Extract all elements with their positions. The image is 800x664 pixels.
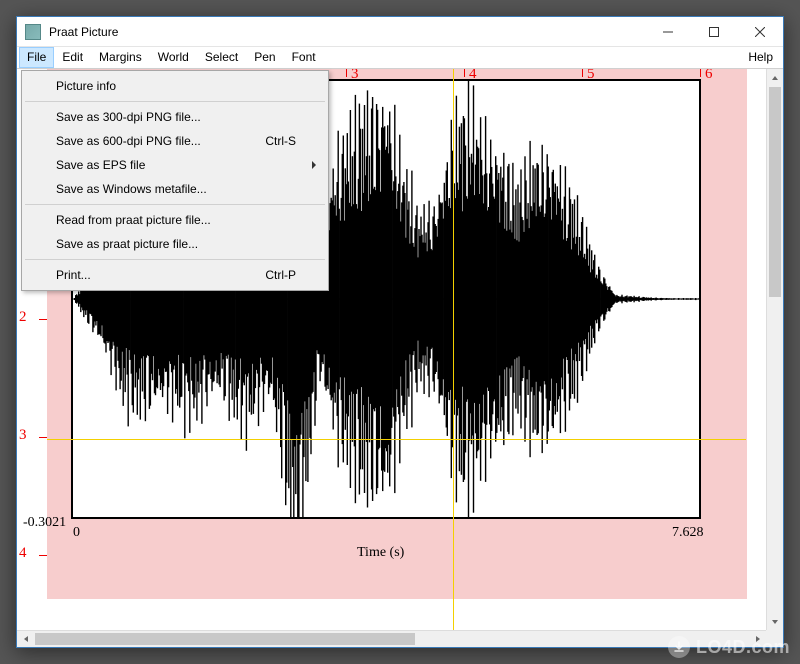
menu-item-shortcut: Ctrl-P xyxy=(265,268,296,282)
ruler-tick-left xyxy=(39,437,47,438)
scrollbar-thumb[interactable] xyxy=(35,633,415,645)
menu-item-shortcut: Ctrl-S xyxy=(265,134,296,148)
app-icon xyxy=(25,24,41,40)
y-axis-min-label: -0.3021 xyxy=(23,515,66,531)
ruler-left-2: 2 xyxy=(19,309,27,326)
menu-item-label: Save as Windows metafile... xyxy=(56,182,207,196)
menu-world[interactable]: World xyxy=(150,47,197,68)
scrollbar-thumb[interactable] xyxy=(769,87,781,297)
ruler-tick-left xyxy=(39,555,47,556)
menu-pen[interactable]: Pen xyxy=(246,47,283,68)
x-axis-end-label: 7.628 xyxy=(672,525,704,541)
menu-font[interactable]: Font xyxy=(284,47,324,68)
file-menu-dropdown: Picture info Save as 300-dpi PNG file...… xyxy=(21,70,329,291)
menubar: File Edit Margins World Select Pen Font … xyxy=(17,47,783,69)
menu-help[interactable]: Help xyxy=(740,47,781,68)
menu-item-save-praat[interactable]: Save as praat picture file... xyxy=(24,232,326,256)
window-title: Praat Picture xyxy=(49,25,118,39)
window-controls xyxy=(645,17,783,46)
menu-item-label: Save as 300-dpi PNG file... xyxy=(56,110,201,124)
scroll-left-arrow-icon[interactable] xyxy=(17,631,34,647)
horizontal-scrollbar[interactable] xyxy=(17,630,766,647)
menu-margins[interactable]: Margins xyxy=(91,47,150,68)
ruler-top-6: 6 xyxy=(705,69,713,83)
menu-separator xyxy=(25,101,325,102)
close-button[interactable] xyxy=(737,17,783,46)
menu-item-save-300-png[interactable]: Save as 300-dpi PNG file... xyxy=(24,105,326,129)
download-icon xyxy=(668,636,690,658)
menu-item-save-600-png[interactable]: Save as 600-dpi PNG file... Ctrl-S xyxy=(24,129,326,153)
minimize-button[interactable] xyxy=(645,17,691,46)
ruler-tick-top xyxy=(464,69,465,77)
menu-item-picture-info[interactable]: Picture info xyxy=(24,74,326,98)
scroll-down-arrow-icon[interactable] xyxy=(767,613,783,630)
watermark: LO4D.com xyxy=(668,636,790,658)
menu-item-label: Save as 600-dpi PNG file... xyxy=(56,134,201,148)
x-axis-start-label: 0 xyxy=(73,525,80,541)
menu-file[interactable]: File xyxy=(19,47,54,68)
menu-item-save-wmf[interactable]: Save as Windows metafile... xyxy=(24,177,326,201)
ruler-tick-top xyxy=(700,69,701,77)
maximize-button[interactable] xyxy=(691,17,737,46)
watermark-text: LO4D.com xyxy=(696,637,790,658)
menu-item-label: Save as EPS file xyxy=(56,158,145,172)
crosshair-vertical xyxy=(453,69,454,630)
crosshair-horizontal xyxy=(47,439,746,440)
ruler-tick-top xyxy=(346,69,347,77)
ruler-left-3: 3 xyxy=(19,427,27,444)
menu-item-label: Read from praat picture file... xyxy=(56,213,211,227)
scroll-up-arrow-icon[interactable] xyxy=(767,69,783,86)
ruler-left-4: 4 xyxy=(19,545,27,562)
menu-item-save-eps[interactable]: Save as EPS file xyxy=(24,153,326,177)
x-axis-label: Time (s) xyxy=(357,545,404,561)
ruler-tick-left xyxy=(39,319,47,320)
menu-select[interactable]: Select xyxy=(197,47,246,68)
menu-item-read-praat[interactable]: Read from praat picture file... xyxy=(24,208,326,232)
menu-separator xyxy=(25,204,325,205)
ruler-tick-top xyxy=(582,69,583,77)
menu-edit[interactable]: Edit xyxy=(54,47,91,68)
submenu-arrow-icon xyxy=(312,161,316,169)
menu-item-label: Print... xyxy=(56,268,91,282)
menu-item-label: Picture info xyxy=(56,79,116,93)
menu-separator xyxy=(25,259,325,260)
menu-item-label: Save as praat picture file... xyxy=(56,237,198,251)
titlebar: Praat Picture xyxy=(17,17,783,47)
menu-item-print[interactable]: Print... Ctrl-P xyxy=(24,263,326,287)
vertical-scrollbar[interactable] xyxy=(766,69,783,630)
